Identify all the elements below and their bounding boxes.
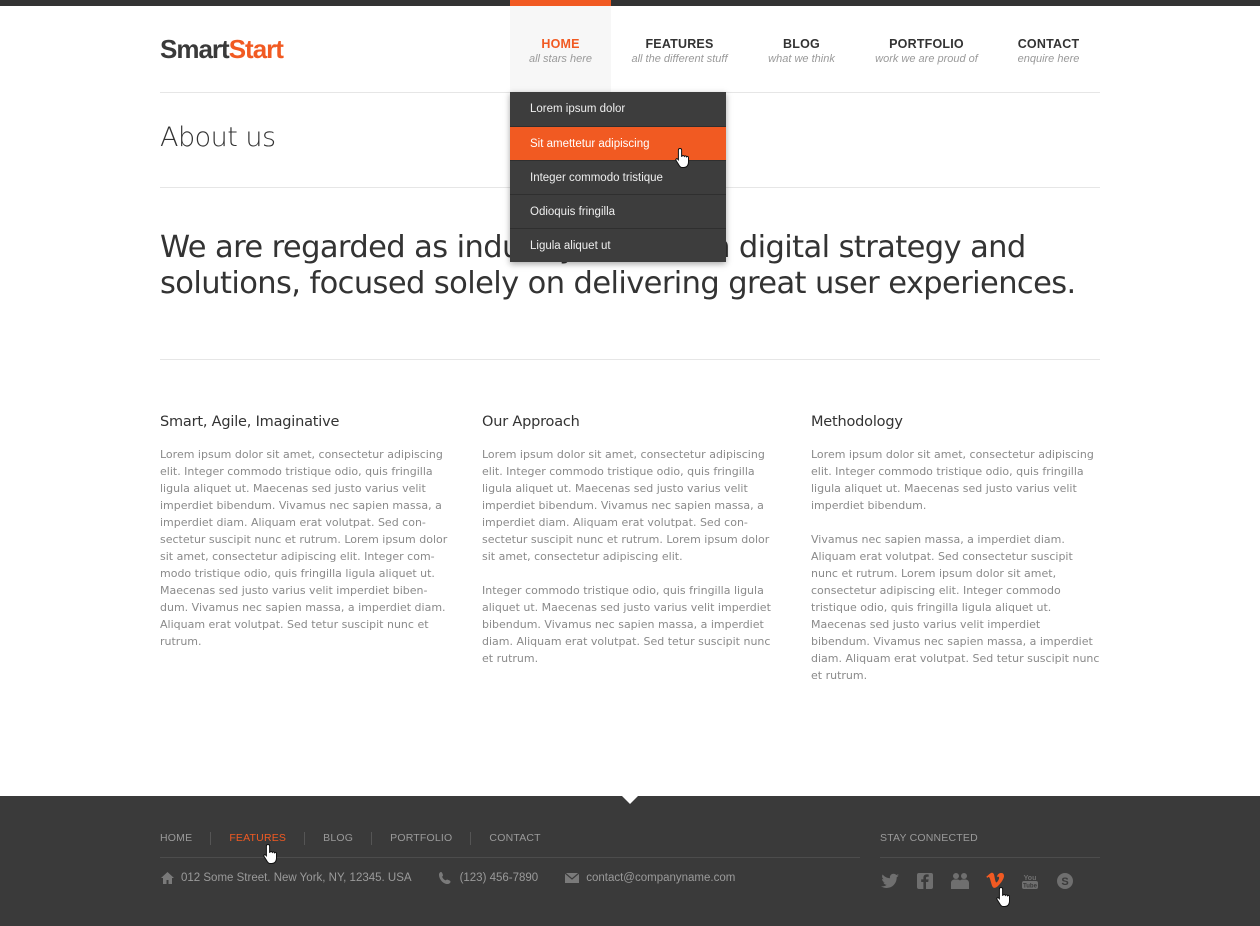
dropdown-item[interactable]: Integer commodo tristique (510, 160, 726, 194)
footer-contact-info: 012 Some Street. New York, NY, 12345. US… (160, 871, 761, 885)
flickr-icon[interactable] (950, 871, 970, 891)
nav-sublabel: all stars here (529, 53, 592, 65)
nav-item-portfolio[interactable]: PORTFOLIO work we are proud of (855, 0, 998, 92)
nav-label: PORTFOLIO (889, 37, 964, 51)
footer-nav-home[interactable]: HOME (160, 832, 210, 845)
footer-nav-blog[interactable]: BLOG (304, 832, 371, 845)
column-our-approach: Our Approach Lorem ipsum dolor sit amet,… (482, 414, 772, 684)
column-paragraph: Lorem ipsum dolor sit amet, consectetur … (482, 448, 770, 563)
logo[interactable]: SmartStart (160, 34, 284, 65)
nav-label: BLOG (783, 37, 820, 51)
nav-item-contact[interactable]: CONTACT enquire here (998, 0, 1099, 92)
nav-dropdown-menu: Lorem ipsum dolor Sit amettetur adipisci… (510, 92, 726, 262)
dropdown-item-active[interactable]: Sit amettetur adipiscing (510, 126, 726, 160)
address-item: 012 Some Street. New York, NY, 12345. US… (160, 871, 412, 885)
svg-text:Tube: Tube (1023, 884, 1038, 890)
envelope-icon (564, 872, 580, 883)
column-paragraph: Lorem ipsum dolor sit amet, consectetur … (811, 448, 1094, 512)
column-paragraph: Integer commodo tristique odio, quis fri… (482, 584, 771, 665)
dropdown-item[interactable]: Lorem ipsum dolor (510, 92, 726, 126)
main-nav: HOME all stars here FEATURES all the dif… (510, 0, 1099, 92)
phone-text: (123) 456-7890 (459, 872, 539, 884)
svg-text:S: S (1061, 876, 1068, 888)
dropdown-item[interactable]: Odioquis fringilla (510, 194, 726, 228)
intro-divider (160, 359, 1100, 360)
logo-part-smart: Smart (160, 34, 230, 64)
column-methodology: Methodology Lorem ipsum dolor sit amet, … (811, 414, 1101, 701)
stay-connected-label: STAY CONNECTED (880, 832, 978, 844)
dropdown-item[interactable]: Ligula aliquet ut (510, 228, 726, 262)
page-title: About us (160, 122, 276, 153)
footer-nav-contact[interactable]: CONTACT (470, 832, 558, 845)
email-item[interactable]: contact@companyname.com (564, 872, 735, 884)
twitter-icon[interactable] (880, 871, 900, 891)
column-paragraph: Vivamus nec sapien massa, a imperdiet di… (811, 533, 1100, 682)
youtube-icon[interactable]: You Tube (1020, 871, 1040, 891)
nav-label: CONTACT (1017, 37, 1080, 51)
skype-icon[interactable]: S (1055, 871, 1075, 891)
home-icon (161, 872, 174, 884)
email-text[interactable]: contact@companyname.com (586, 872, 735, 884)
nav-item-features[interactable]: FEATURES all the different stuff (611, 0, 748, 92)
column-paragraph: Lorem ipsum dolor sit amet, consectetur … (160, 448, 448, 648)
nav-sublabel: all the different stuff (631, 53, 728, 65)
footer-nav-features[interactable]: FEATURES (210, 832, 304, 845)
nav-label: HOME (541, 37, 580, 51)
nav-sublabel: work we are proud of (875, 53, 978, 65)
logo-part-start: Start (228, 34, 284, 64)
column-smart-agile: Smart, Agile, Imaginative Lorem ipsum do… (160, 414, 450, 667)
phone-icon (438, 872, 451, 884)
column-heading: Smart, Agile, Imaginative (160, 414, 340, 430)
footer-notch (622, 796, 638, 804)
nav-sublabel: what we think (768, 53, 835, 65)
column-heading: Our Approach (482, 414, 580, 430)
facebook-icon[interactable] (915, 871, 935, 891)
svg-text:You: You (1024, 875, 1037, 882)
phone-item: (123) 456-7890 (438, 871, 539, 885)
hand-cursor-icon (675, 147, 689, 168)
footer (0, 796, 1260, 926)
nav-sublabel: enquire here (1017, 53, 1080, 65)
hand-cursor-icon (996, 886, 1010, 907)
hand-cursor-icon (263, 843, 277, 864)
footer-nav-portfolio[interactable]: PORTFOLIO (371, 832, 470, 845)
nav-item-home[interactable]: HOME all stars here (510, 0, 611, 92)
footer-nav: HOME FEATURES BLOG PORTFOLIO CONTACT (160, 832, 559, 845)
address-text: 012 Some Street. New York, NY, 12345. US… (181, 872, 412, 884)
social-links: You Tube S (880, 871, 1090, 891)
footer-divider-social (880, 857, 1100, 858)
nav-item-blog[interactable]: BLOG what we think (748, 0, 855, 92)
nav-label: FEATURES (645, 37, 714, 51)
column-heading: Methodology (811, 414, 903, 430)
